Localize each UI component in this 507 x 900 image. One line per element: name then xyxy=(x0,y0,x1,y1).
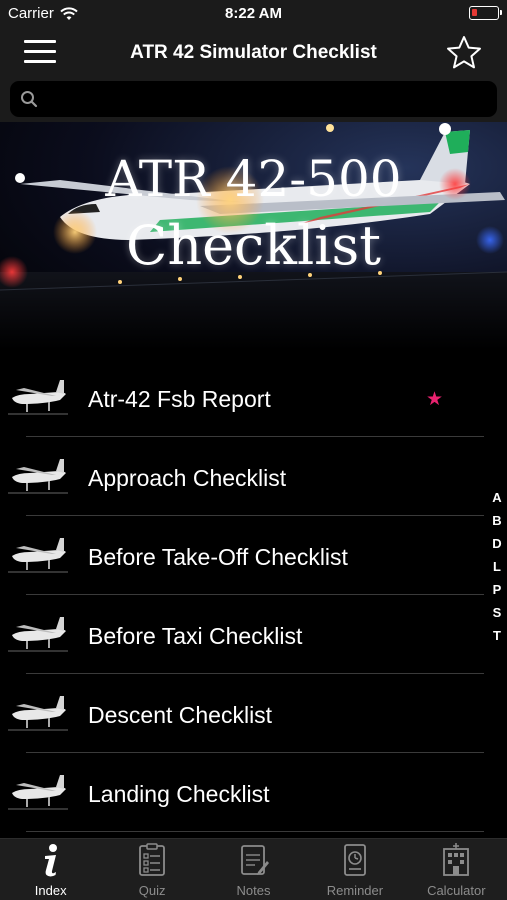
list-item-label: Descent Checklist xyxy=(88,702,273,728)
search-icon xyxy=(21,91,38,108)
index-letter-a[interactable]: A xyxy=(492,486,501,509)
list-item[interactable]: Descent Checklist xyxy=(0,676,507,755)
favorites-button[interactable] xyxy=(445,34,483,72)
list-item[interactable]: Approach Checklist xyxy=(0,439,507,518)
divider xyxy=(26,515,484,516)
checklist-list: Atr-42 Fsb Report ★ Approach Checklist B… xyxy=(0,360,507,834)
tab-label: Notes xyxy=(236,883,271,898)
index-letter-d[interactable]: D xyxy=(492,532,501,555)
tab-label: Quiz xyxy=(138,883,166,898)
divider xyxy=(26,831,484,832)
menu-button[interactable] xyxy=(24,40,56,66)
tab-label: Calculator xyxy=(427,883,486,898)
divider xyxy=(26,594,484,595)
tab-bar: Index Quiz Notes Reminder Calculator xyxy=(0,838,507,900)
list-item[interactable]: Before Taxi Checklist xyxy=(0,597,507,676)
index-letter-s[interactable]: S xyxy=(493,601,502,624)
page-title: ATR 42 Simulator Checklist xyxy=(130,42,377,63)
notes-icon xyxy=(240,845,269,875)
divider xyxy=(26,752,484,753)
search-box xyxy=(10,81,497,117)
list-item[interactable]: Before Take-Off Checklist xyxy=(0,518,507,597)
list-item-label: Landing Checklist xyxy=(88,781,270,807)
alphabet-index: A B D L P S T xyxy=(490,486,504,647)
tab-quiz[interactable]: Quiz xyxy=(101,839,202,900)
search-input[interactable] xyxy=(44,81,484,117)
divider xyxy=(26,673,484,674)
quiz-icon xyxy=(139,843,166,876)
list-item-label: Atr-42 Fsb Report xyxy=(88,386,271,412)
index-letter-p[interactable]: P xyxy=(493,578,502,601)
tab-reminder[interactable]: Reminder xyxy=(304,839,405,900)
index-letter-l[interactable]: L xyxy=(493,555,501,578)
tab-label: Reminder xyxy=(326,883,384,898)
airplane-thumbnail-icon xyxy=(8,453,68,497)
hamburger-icon xyxy=(24,40,56,43)
list-item-label: Before Taxi Checklist xyxy=(88,623,303,649)
list-item[interactable]: Landing Checklist xyxy=(0,755,507,834)
favorite-star-icon: ★ xyxy=(426,389,444,410)
info-icon xyxy=(44,844,57,877)
reminder-icon xyxy=(344,844,366,876)
navigation-bar: ATR 42 Simulator Checklist xyxy=(0,28,507,78)
list-item-label: Before Take-Off Checklist xyxy=(88,544,348,570)
list-item-label: Approach Checklist xyxy=(88,465,287,491)
airplane-thumbnail-icon xyxy=(8,532,68,576)
airplane-thumbnail-icon xyxy=(8,611,68,655)
divider xyxy=(26,436,484,437)
battery-icon xyxy=(469,6,502,20)
index-letter-t[interactable]: T xyxy=(493,624,501,647)
status-bar: Carrier 8:22 AM xyxy=(0,0,507,28)
status-time: 8:22 AM xyxy=(225,5,282,22)
airplane-thumbnail-icon xyxy=(8,374,68,418)
search-bar xyxy=(0,78,507,122)
star-outline-icon xyxy=(447,36,481,69)
list-item[interactable]: Atr-42 Fsb Report ★ xyxy=(0,360,507,439)
banner-subtitle: Checklist xyxy=(126,214,381,277)
index-letter-b[interactable]: B xyxy=(492,509,501,532)
tab-label: Index xyxy=(34,883,67,898)
calculator-icon xyxy=(443,843,470,876)
tab-calculator[interactable]: Calculator xyxy=(406,839,507,900)
banner-title: ATR 42-500 xyxy=(105,150,402,208)
tab-notes[interactable]: Notes xyxy=(203,839,304,900)
tab-index[interactable]: Index xyxy=(0,839,101,900)
airplane-thumbnail-icon xyxy=(8,690,68,734)
hero-banner: ATR 42-500 Checklist xyxy=(0,122,507,350)
airplane-thumbnail-icon xyxy=(8,769,68,813)
